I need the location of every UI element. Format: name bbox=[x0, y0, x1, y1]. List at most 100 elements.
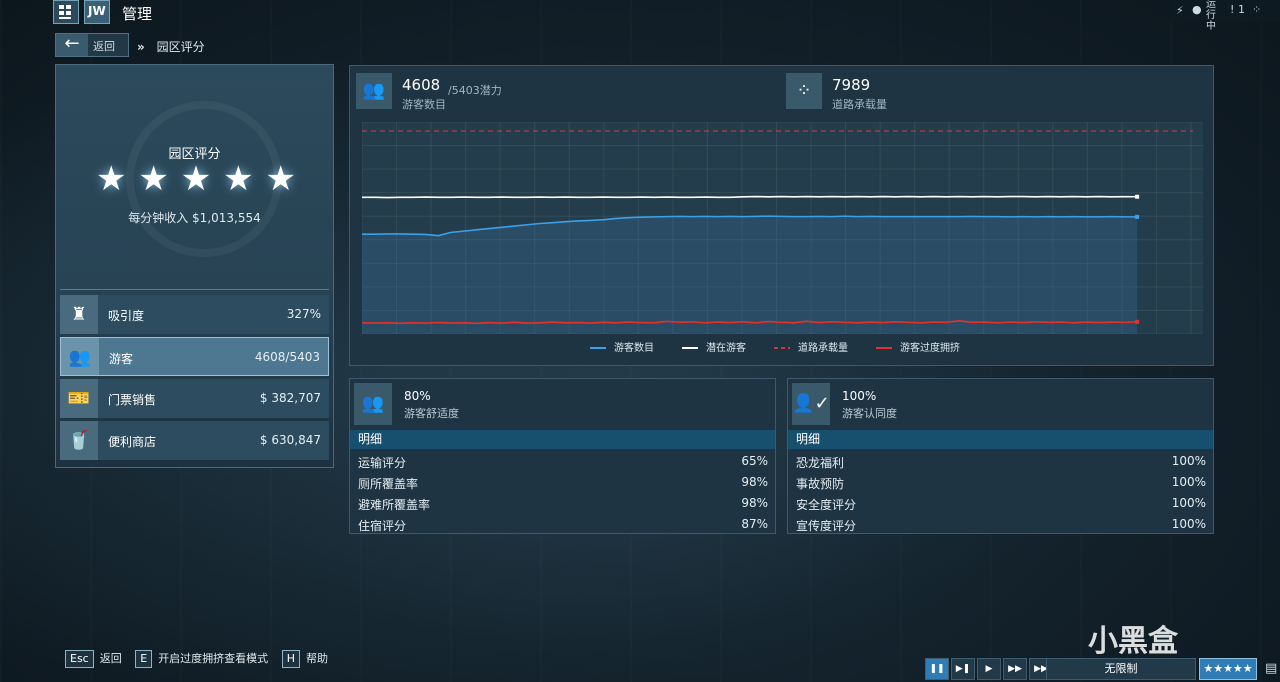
watermark: 小黑盒 bbox=[1088, 624, 1178, 659]
legend-label: 潜在游客 bbox=[706, 343, 746, 354]
breadcrumb-current: 园区评分 bbox=[156, 40, 205, 54]
stat-row[interactable]: 👥 游客 4608/5403 bbox=[60, 337, 329, 376]
notification-icon[interactable]: ! bbox=[1230, 3, 1234, 16]
detail-value: 100% bbox=[1171, 454, 1206, 468]
legend-swatch bbox=[876, 347, 892, 349]
detail-value: 100% bbox=[1171, 475, 1206, 489]
guest-comfort-panel: 👥 80% 游客舒适度 明细 运输评分 65% 厕所覆盖率 98% 避难所覆盖率 98% 住… bbox=[349, 378, 776, 534]
play-button[interactable]: ▶ bbox=[977, 658, 1001, 680]
detail-value: 65% bbox=[741, 454, 768, 468]
path-capacity-label: 道路承载量 bbox=[832, 98, 887, 111]
pause-button[interactable]: ❚❚ bbox=[925, 658, 949, 680]
guest-count-label: 游客数目 bbox=[402, 98, 446, 111]
guest-line-chart bbox=[361, 121, 1203, 335]
stat-name: 门票销售 bbox=[108, 393, 157, 407]
stat-row[interactable]: ♜ 吸引度 327% bbox=[60, 295, 329, 334]
key-h[interactable]: H bbox=[281, 650, 300, 668]
legend-item: 潜在游客 bbox=[682, 343, 746, 354]
speed-selector[interactable]: 无限制 bbox=[1046, 658, 1196, 680]
comfort-icon: 👥 bbox=[354, 383, 392, 425]
detail-row: 安全度评分 100% bbox=[788, 493, 1213, 514]
stat-row[interactable]: 🥤 便利商店 $ 630,847 bbox=[60, 421, 329, 460]
play-slow-button[interactable]: ▶❚ bbox=[951, 658, 975, 680]
guest-count: 4608 bbox=[402, 76, 441, 94]
rating-star-icon: ★ bbox=[265, 159, 296, 199]
detail-value: 100% bbox=[1171, 517, 1206, 531]
stat-name: 游客 bbox=[109, 352, 134, 366]
rating-stars: ★ ★ ★ ★ ★ bbox=[96, 161, 296, 197]
detail-row: 恐龙福利 100% bbox=[788, 451, 1213, 472]
legend-label: 游客过度拥挤 bbox=[900, 343, 960, 354]
status-text: 运行中 bbox=[1206, 0, 1216, 32]
approval-label: 游客认同度 bbox=[842, 407, 897, 420]
clipboard-icon[interactable]: ▤ bbox=[1265, 661, 1277, 676]
detail-value: 87% bbox=[741, 517, 768, 531]
detail-key: 事故预防 bbox=[796, 477, 845, 491]
fast-forward-button[interactable]: ▶▶ bbox=[1003, 658, 1027, 680]
detail-row: 宣传度评分 100% bbox=[788, 514, 1213, 535]
menu-grid-icon[interactable] bbox=[53, 0, 79, 24]
back-button[interactable]: ← 返回 bbox=[55, 33, 129, 57]
detail-row: 住宿评分 87% bbox=[350, 514, 775, 535]
guests-area-fill bbox=[362, 216, 1138, 334]
detail-row: 运输评分 65% bbox=[350, 451, 775, 472]
stat-list: ♜ 吸引度 327% 👥 游客 4608/5403 🎫 门票销售 $ 382,707 🥤 便利商店 $… bbox=[60, 295, 329, 463]
legend-label: 游客数目 bbox=[614, 343, 654, 354]
legend-swatch bbox=[590, 347, 606, 349]
series-line bbox=[362, 195, 1138, 199]
hint-crowding-mode: 开启过度拥挤查看模式 bbox=[158, 652, 269, 665]
back-label: 返回 bbox=[93, 40, 115, 53]
detail-value: 100% bbox=[1171, 496, 1206, 510]
stat-value: $ 382,707 bbox=[259, 391, 321, 405]
legend-swatch bbox=[774, 347, 790, 349]
guest-chart-panel: 👥 4608 /5403潜力 游客数目 ⁘ 7989 道路承载量 游客数目潜在游… bbox=[349, 65, 1214, 366]
detail-key: 避难所覆盖率 bbox=[358, 498, 431, 512]
park-rating-panel: 园区评分 ★ ★ ★ ★ ★ 每分钟收入 $1,013,554 ♜ 吸引度 327% 👥 游客 4… bbox=[55, 64, 334, 468]
rating-star-icon: ★ bbox=[96, 159, 127, 199]
guests-icon: 👥 bbox=[356, 73, 392, 109]
breadcrumb-chevron-icon: » bbox=[137, 40, 145, 54]
chart-svg bbox=[361, 121, 1203, 335]
rating-stars-button[interactable]: ★★★★★ bbox=[1199, 658, 1257, 680]
legend-item: 游客数目 bbox=[590, 343, 654, 354]
series-end-marker bbox=[1135, 214, 1140, 219]
stat-value: $ 630,847 bbox=[259, 433, 321, 447]
stat-value: 4608/5403 bbox=[254, 350, 320, 364]
stat-row[interactable]: 🎫 门票销售 $ 382,707 bbox=[60, 379, 329, 418]
detail-value: 98% bbox=[741, 475, 768, 489]
comfort-detail-list: 运输评分 65% 厕所覆盖率 98% 避难所覆盖率 98% 住宿评分 87% bbox=[350, 451, 775, 535]
legend-label: 道路承载量 bbox=[798, 343, 848, 354]
legend-swatch bbox=[682, 347, 698, 349]
detail-key: 运输评分 bbox=[358, 456, 407, 470]
key-esc[interactable]: Esc bbox=[65, 650, 94, 668]
breadcrumb: » 园区评分 bbox=[137, 38, 205, 55]
logo-text: JW bbox=[88, 4, 106, 18]
path-capacity-icon: ⁘ bbox=[786, 73, 822, 109]
income-per-minute: 每分钟收入 $1,013,554 bbox=[128, 211, 261, 225]
approval-detail-list: 恐龙福利 100% 事故预防 100% 安全度评分 100% 宣传度评分 100% bbox=[788, 451, 1213, 535]
guest-potential: /5403潜力 bbox=[448, 84, 502, 97]
comfort-detail-header: 明细 bbox=[350, 430, 775, 449]
detail-row: 厕所覆盖率 98% bbox=[350, 472, 775, 493]
detail-key: 宣传度评分 bbox=[796, 519, 857, 533]
back-arrow-icon: ← bbox=[56, 34, 88, 56]
rating-star-icon: ★ bbox=[180, 159, 212, 199]
path-capacity-value: 7989 bbox=[832, 76, 871, 94]
divider bbox=[60, 289, 329, 290]
detail-key: 厕所覆盖率 bbox=[358, 477, 419, 491]
ticket-icon: 🎫 bbox=[60, 379, 98, 418]
hint-back: 返回 bbox=[99, 652, 122, 665]
comfort-percent: 80% bbox=[404, 389, 431, 403]
page-title: 管理 bbox=[122, 5, 153, 23]
key-e[interactable]: E bbox=[135, 650, 153, 668]
detail-key: 安全度评分 bbox=[796, 498, 857, 512]
rating-star-icon: ★ bbox=[223, 159, 254, 199]
record-icon: ● bbox=[1192, 3, 1202, 16]
attraction-icon: ♜ bbox=[60, 295, 98, 334]
hint-help: 帮助 bbox=[305, 652, 328, 665]
guest-approval-panel: 👤✓ 100% 游客认同度 明细 恐龙福利 100% 事故预防 100% 安全度评分 10… bbox=[787, 378, 1214, 534]
detail-row: 事故预防 100% bbox=[788, 472, 1213, 493]
stat-value: 327% bbox=[286, 307, 321, 321]
top-right-status: ⚡ ● 运行中 ! 1 ⁘ bbox=[1170, 0, 1280, 32]
mute-icon[interactable]: ⚡ bbox=[1176, 4, 1184, 17]
